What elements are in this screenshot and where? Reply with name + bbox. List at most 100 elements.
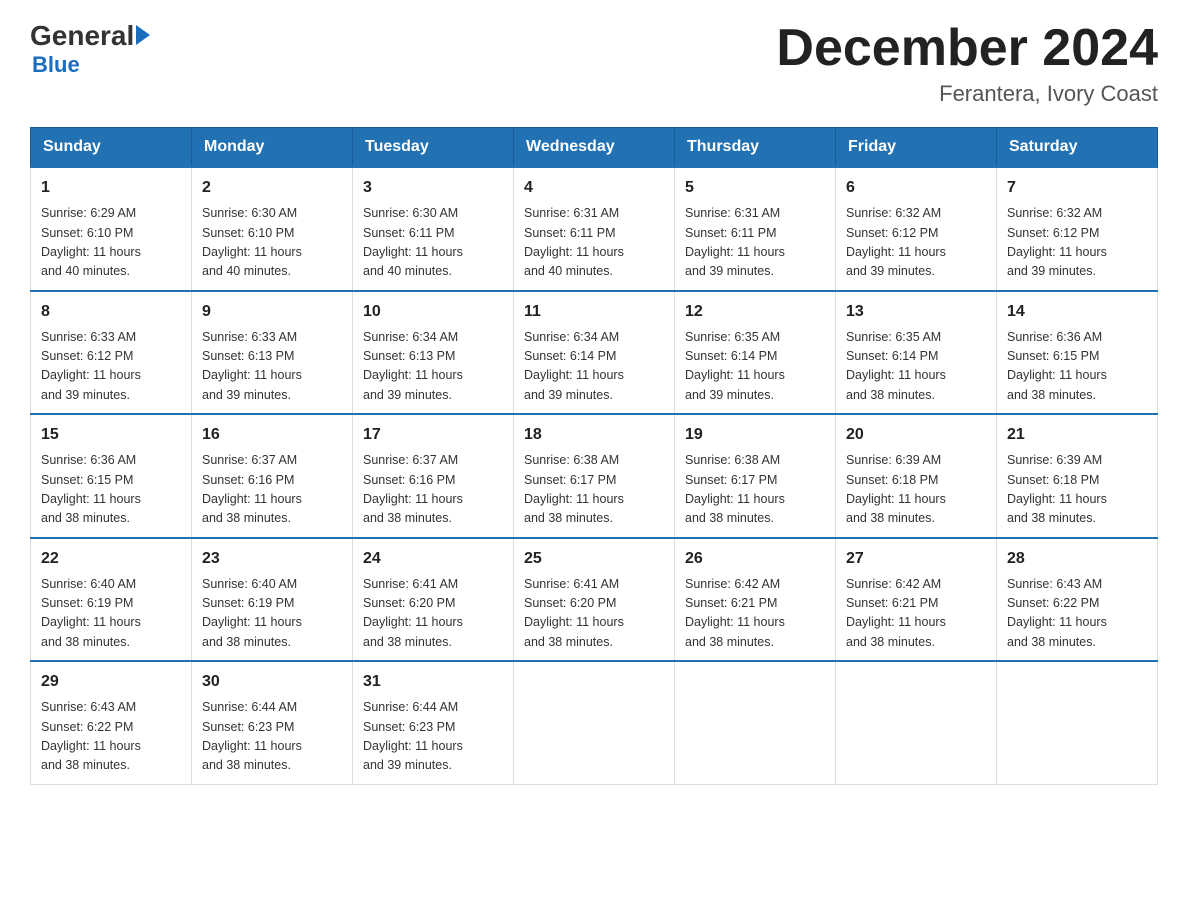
calendar-cell: 24 Sunrise: 6:41 AMSunset: 6:20 PMDayligh…	[353, 538, 514, 662]
day-number: 3	[363, 176, 503, 200]
day-number: 17	[363, 423, 503, 447]
day-info: Sunrise: 6:41 AMSunset: 6:20 PMDaylight:…	[524, 575, 664, 653]
day-info: Sunrise: 6:44 AMSunset: 6:23 PMDaylight:…	[202, 698, 342, 776]
calendar-header-thursday: Thursday	[675, 128, 836, 168]
calendar-header-sunday: Sunday	[31, 128, 192, 168]
day-info: Sunrise: 6:31 AMSunset: 6:11 PMDaylight:…	[685, 204, 825, 282]
calendar-cell: 10 Sunrise: 6:34 AMSunset: 6:13 PMDayligh…	[353, 291, 514, 415]
calendar-cell: 1 Sunrise: 6:29 AMSunset: 6:10 PMDaylight…	[31, 167, 192, 291]
day-number: 13	[846, 300, 986, 324]
calendar-cell: 5 Sunrise: 6:31 AMSunset: 6:11 PMDaylight…	[675, 167, 836, 291]
day-info: Sunrise: 6:42 AMSunset: 6:21 PMDaylight:…	[685, 575, 825, 653]
calendar-week-row: 8 Sunrise: 6:33 AMSunset: 6:12 PMDaylight…	[31, 291, 1158, 415]
location-title: Ferantera, Ivory Coast	[776, 81, 1158, 107]
day-number: 6	[846, 176, 986, 200]
logo-arrow-icon	[136, 25, 150, 45]
calendar-week-row: 15Sunrise: 6:36 AMSunset: 6:15 PMDayligh…	[31, 414, 1158, 538]
day-number: 27	[846, 547, 986, 571]
day-number: 18	[524, 423, 664, 447]
day-info: Sunrise: 6:34 AMSunset: 6:14 PMDaylight:…	[524, 328, 664, 406]
day-info: Sunrise: 6:29 AMSunset: 6:10 PMDaylight:…	[41, 204, 181, 282]
day-number: 4	[524, 176, 664, 200]
day-number: 21	[1007, 423, 1147, 447]
day-number: 19	[685, 423, 825, 447]
day-number: 7	[1007, 176, 1147, 200]
day-info: Sunrise: 6:30 AMSunset: 6:11 PMDaylight:…	[363, 204, 503, 282]
day-info: Sunrise: 6:40 AMSunset: 6:19 PMDaylight:…	[202, 575, 342, 653]
calendar-cell	[997, 661, 1158, 784]
day-number: 8	[41, 300, 181, 324]
day-number: 2	[202, 176, 342, 200]
calendar-cell: 17 Sunrise: 6:37 AMSunset: 6:16 PMDayligh…	[353, 414, 514, 538]
day-info: Sunrise: 6:32 AMSunset: 6:12 PMDaylight:…	[1007, 204, 1147, 282]
calendar-cell: 23 Sunrise: 6:40 AMSunset: 6:19 PMDayligh…	[192, 538, 353, 662]
day-info: Sunrise: 6:37 AMSunset: 6:16 PMDaylight:…	[202, 451, 342, 529]
calendar-table: SundayMondayTuesdayWednesdayThursdayFrid…	[30, 127, 1158, 785]
day-number: 5	[685, 176, 825, 200]
calendar-cell: 26Sunrise: 6:42 AMSunset: 6:21 PMDayligh…	[675, 538, 836, 662]
day-number: 25	[524, 547, 664, 571]
calendar-cell: 31 Sunrise: 6:44 AMSunset: 6:23 PMDayligh…	[353, 661, 514, 784]
day-info: Sunrise: 6:30 AMSunset: 6:10 PMDaylight:…	[202, 204, 342, 282]
calendar-header-row: SundayMondayTuesdayWednesdayThursdayFrid…	[31, 128, 1158, 168]
calendar-cell: 19Sunrise: 6:38 AMSunset: 6:17 PMDayligh…	[675, 414, 836, 538]
calendar-header-monday: Monday	[192, 128, 353, 168]
calendar-cell: 9 Sunrise: 6:33 AMSunset: 6:13 PMDaylight…	[192, 291, 353, 415]
day-number: 15	[41, 423, 181, 447]
calendar-cell: 27 Sunrise: 6:42 AMSunset: 6:21 PMDayligh…	[836, 538, 997, 662]
day-info: Sunrise: 6:33 AMSunset: 6:12 PMDaylight:…	[41, 328, 181, 406]
logo-general: General	[30, 20, 134, 52]
calendar-header-friday: Friday	[836, 128, 997, 168]
calendar-week-row: 22Sunrise: 6:40 AMSunset: 6:19 PMDayligh…	[31, 538, 1158, 662]
day-info: Sunrise: 6:35 AMSunset: 6:14 PMDaylight:…	[846, 328, 986, 406]
day-info: Sunrise: 6:42 AMSunset: 6:21 PMDaylight:…	[846, 575, 986, 653]
day-info: Sunrise: 6:34 AMSunset: 6:13 PMDaylight:…	[363, 328, 503, 406]
day-number: 9	[202, 300, 342, 324]
month-title: December 2024	[776, 20, 1158, 77]
day-number: 28	[1007, 547, 1147, 571]
day-info: Sunrise: 6:35 AMSunset: 6:14 PMDaylight:…	[685, 328, 825, 406]
calendar-cell: 12 Sunrise: 6:35 AMSunset: 6:14 PMDayligh…	[675, 291, 836, 415]
day-number: 1	[41, 176, 181, 200]
calendar-cell: 29Sunrise: 6:43 AMSunset: 6:22 PMDayligh…	[31, 661, 192, 784]
calendar-cell: 14Sunrise: 6:36 AMSunset: 6:15 PMDayligh…	[997, 291, 1158, 415]
calendar-cell: 8 Sunrise: 6:33 AMSunset: 6:12 PMDaylight…	[31, 291, 192, 415]
calendar-cell: 30Sunrise: 6:44 AMSunset: 6:23 PMDayligh…	[192, 661, 353, 784]
logo: General Blue	[30, 20, 150, 78]
calendar-cell: 20 Sunrise: 6:39 AMSunset: 6:18 PMDayligh…	[836, 414, 997, 538]
day-number: 11	[524, 300, 664, 324]
calendar-cell: 15Sunrise: 6:36 AMSunset: 6:15 PMDayligh…	[31, 414, 192, 538]
day-number: 29	[41, 670, 181, 694]
calendar-week-row: 1 Sunrise: 6:29 AMSunset: 6:10 PMDaylight…	[31, 167, 1158, 291]
calendar-cell	[675, 661, 836, 784]
title-section: December 2024 Ferantera, Ivory Coast	[776, 20, 1158, 107]
page-header: General Blue December 2024 Ferantera, Iv…	[30, 20, 1158, 107]
day-info: Sunrise: 6:41 AMSunset: 6:20 PMDaylight:…	[363, 575, 503, 653]
day-number: 10	[363, 300, 503, 324]
calendar-cell: 18 Sunrise: 6:38 AMSunset: 6:17 PMDayligh…	[514, 414, 675, 538]
day-number: 16	[202, 423, 342, 447]
calendar-header-wednesday: Wednesday	[514, 128, 675, 168]
calendar-cell: 25 Sunrise: 6:41 AMSunset: 6:20 PMDayligh…	[514, 538, 675, 662]
day-info: Sunrise: 6:39 AMSunset: 6:18 PMDaylight:…	[846, 451, 986, 529]
day-number: 20	[846, 423, 986, 447]
calendar-cell: 16 Sunrise: 6:37 AMSunset: 6:16 PMDayligh…	[192, 414, 353, 538]
calendar-header-tuesday: Tuesday	[353, 128, 514, 168]
day-info: Sunrise: 6:43 AMSunset: 6:22 PMDaylight:…	[1007, 575, 1147, 653]
calendar-cell: 6Sunrise: 6:32 AMSunset: 6:12 PMDaylight…	[836, 167, 997, 291]
calendar-week-row: 29Sunrise: 6:43 AMSunset: 6:22 PMDayligh…	[31, 661, 1158, 784]
calendar-cell	[836, 661, 997, 784]
day-number: 24	[363, 547, 503, 571]
day-info: Sunrise: 6:44 AMSunset: 6:23 PMDaylight:…	[363, 698, 503, 776]
logo-blue: Blue	[32, 52, 150, 78]
day-number: 14	[1007, 300, 1147, 324]
day-info: Sunrise: 6:39 AMSunset: 6:18 PMDaylight:…	[1007, 451, 1147, 529]
calendar-cell: 4 Sunrise: 6:31 AMSunset: 6:11 PMDaylight…	[514, 167, 675, 291]
day-info: Sunrise: 6:33 AMSunset: 6:13 PMDaylight:…	[202, 328, 342, 406]
day-info: Sunrise: 6:31 AMSunset: 6:11 PMDaylight:…	[524, 204, 664, 282]
day-number: 23	[202, 547, 342, 571]
day-info: Sunrise: 6:37 AMSunset: 6:16 PMDaylight:…	[363, 451, 503, 529]
day-number: 31	[363, 670, 503, 694]
day-info: Sunrise: 6:38 AMSunset: 6:17 PMDaylight:…	[524, 451, 664, 529]
day-number: 12	[685, 300, 825, 324]
